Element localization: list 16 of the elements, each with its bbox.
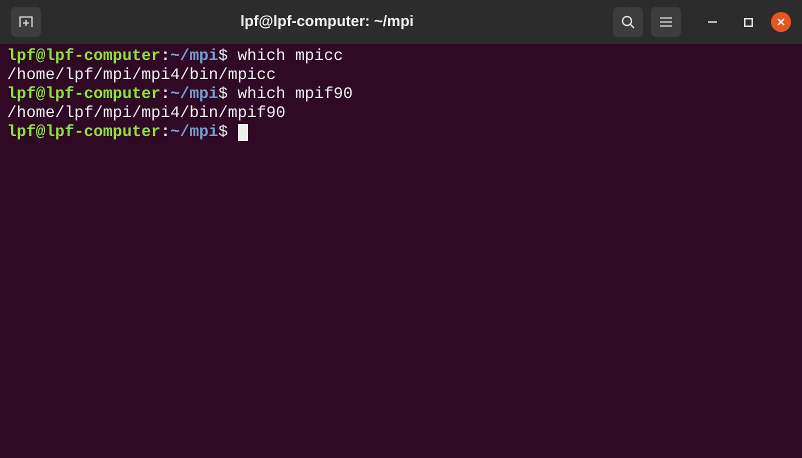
- menu-button[interactable]: [651, 7, 681, 37]
- close-icon: [777, 18, 785, 26]
- prompt-line: lpf@lpf-computer:~/mpi$: [7, 123, 228, 142]
- minimize-icon: [708, 21, 716, 23]
- window-title: lpf@lpf-computer: ~/mpi: [240, 12, 414, 32]
- maximize-icon: [744, 18, 752, 26]
- close-button[interactable]: [771, 12, 791, 32]
- output-line: /home/lpf/mpi/mpi4/bin/mpif90: [7, 104, 286, 123]
- menu-icon: [660, 17, 672, 27]
- search-button[interactable]: [613, 7, 643, 37]
- prompt-line: lpf@lpf-computer:~/mpi$ which mpif90: [7, 85, 353, 104]
- prompt-line: lpf@lpf-computer:~/mpi$ which mpicc: [7, 47, 344, 66]
- output-line: /home/lpf/mpi/mpi4/bin/mpicc: [7, 66, 276, 85]
- new-tab-icon: [19, 16, 33, 28]
- new-tab-button[interactable]: [11, 7, 41, 37]
- search-icon: [621, 15, 635, 29]
